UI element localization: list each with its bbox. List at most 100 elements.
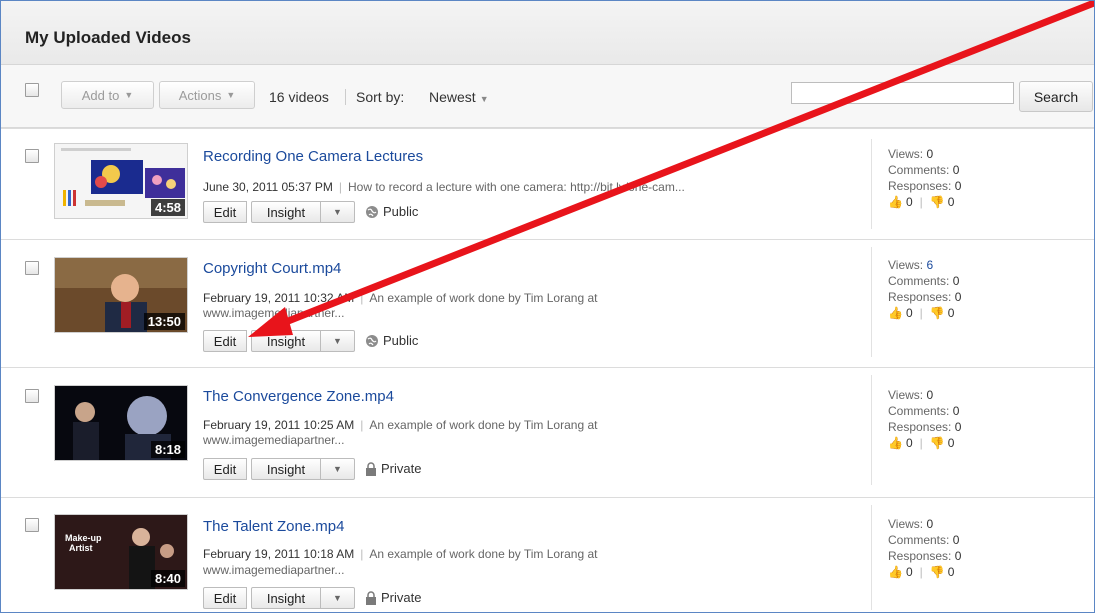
video-date: February 19, 2011 10:25 AM xyxy=(203,418,355,432)
search-button[interactable]: Search xyxy=(1019,81,1093,112)
sort-label: Sort by: xyxy=(356,89,405,105)
privacy-label: Public xyxy=(383,204,419,219)
views-label: Views: xyxy=(888,388,924,402)
chevron-down-icon: ▼ xyxy=(333,336,342,346)
stats-divider xyxy=(871,375,872,485)
comments-label: Comments: xyxy=(888,533,950,547)
chevron-down-icon: ▼ xyxy=(333,207,342,217)
privacy-label: Private xyxy=(381,461,422,476)
insight-button[interactable]: Insight xyxy=(251,201,321,223)
privacy-status: Private xyxy=(365,590,421,605)
video-date: February 19, 2011 10:18 AM xyxy=(203,547,355,561)
dislikes-count: 0 xyxy=(947,195,955,209)
rating-summary: 👍 0 | 👎 0 xyxy=(888,194,961,210)
select-all-checkbox[interactable] xyxy=(25,83,39,97)
stats-divider xyxy=(871,139,872,229)
toolbar-divider xyxy=(345,89,346,105)
edit-button[interactable]: Edit xyxy=(203,201,247,223)
more-actions-dropdown[interactable]: ▼ xyxy=(321,458,355,480)
views-label: Views: xyxy=(888,258,924,272)
views-count: 0 xyxy=(926,517,934,531)
video-thumbnail[interactable]: Make-up Artist 8:40 xyxy=(54,514,188,590)
page-title: My Uploaded Videos xyxy=(25,28,191,47)
privacy-status: Private xyxy=(365,461,421,476)
comments-count: 0 xyxy=(952,533,960,547)
views-label: Views: xyxy=(888,147,924,161)
video-title-link[interactable]: The Convergence Zone.mp4 xyxy=(203,388,394,405)
thumbs-down-icon: 👎 xyxy=(929,436,945,450)
comments-count: 0 xyxy=(952,274,960,288)
video-meta: February 19, 2011 10:18 AM | An example of… xyxy=(203,547,843,562)
likes-count: 0 xyxy=(905,306,913,320)
edit-button[interactable]: Edit xyxy=(203,587,247,609)
meta-divider: | xyxy=(360,547,364,561)
stats-divider xyxy=(871,505,872,610)
insight-button[interactable]: Insight xyxy=(251,458,321,480)
sort-value: Newest xyxy=(429,89,476,105)
panel-header: My Uploaded Videos xyxy=(1,1,1094,65)
likes-count: 0 xyxy=(905,436,913,450)
thumbs-down-icon: 👎 xyxy=(929,195,945,209)
rating-divider: | xyxy=(919,306,923,320)
video-checkbox[interactable] xyxy=(25,389,39,403)
video-date: February 19, 2011 10:32 AM xyxy=(203,291,355,305)
thumbs-up-icon: 👍 xyxy=(888,565,903,579)
comments-count: 0 xyxy=(952,163,960,177)
views-count: 0 xyxy=(926,147,934,161)
actions-button[interactable]: Actions ▼ xyxy=(159,81,255,109)
thumbs-down-icon: 👎 xyxy=(929,565,945,579)
row-divider xyxy=(1,239,1094,240)
chevron-down-icon: ▼ xyxy=(479,94,489,104)
meta-divider: | xyxy=(338,180,342,194)
comments-count: 0 xyxy=(952,404,960,418)
responses-count: 0 xyxy=(954,549,962,563)
rating-divider: | xyxy=(919,436,923,450)
dislikes-count: 0 xyxy=(947,306,955,320)
add-to-button[interactable]: Add to ▼ xyxy=(61,81,154,109)
dislikes-count: 0 xyxy=(947,565,955,579)
video-title-link[interactable]: Recording One Camera Lectures xyxy=(203,148,423,165)
video-meta: February 19, 2011 10:25 AM | An example of… xyxy=(203,418,843,433)
globe-icon xyxy=(366,205,378,218)
privacy-status: Public xyxy=(365,333,418,348)
more-actions-dropdown[interactable]: ▼ xyxy=(321,330,355,352)
edit-button[interactable]: Edit xyxy=(203,458,247,480)
video-checkbox[interactable] xyxy=(25,261,39,275)
comments-label: Comments: xyxy=(888,163,950,177)
privacy-label: Private xyxy=(381,590,422,605)
row-divider xyxy=(1,367,1094,368)
thumbs-down-icon: 👎 xyxy=(929,306,945,320)
video-duration: 8:18 xyxy=(150,441,185,458)
chevron-down-icon: ▼ xyxy=(124,90,134,100)
video-url: www.imagemediapartner... xyxy=(203,563,345,577)
video-title-link[interactable]: Copyright Court.mp4 xyxy=(203,260,341,277)
video-checkbox[interactable] xyxy=(25,149,39,163)
video-url: www.imagemediapartner... xyxy=(203,433,345,447)
responses-count: 0 xyxy=(954,290,962,304)
insight-button[interactable]: Insight xyxy=(251,330,321,352)
search-input[interactable] xyxy=(791,82,1014,104)
views-count[interactable]: 6 xyxy=(926,258,933,272)
edit-button[interactable]: Edit xyxy=(203,330,247,352)
video-checkbox[interactable] xyxy=(25,518,39,532)
privacy-label: Public xyxy=(383,333,419,348)
sort-dropdown[interactable]: Newest ▼ xyxy=(429,89,489,105)
insight-button[interactable]: Insight xyxy=(251,587,321,609)
video-stats: Views: 0 Comments: 0 Responses: 0 👍 0 | 👎 0 xyxy=(888,516,961,580)
responses-label: Responses: xyxy=(888,179,952,193)
more-actions-dropdown[interactable]: ▼ xyxy=(321,201,355,223)
video-title-link[interactable]: The Talent Zone.mp4 xyxy=(203,518,344,535)
dislikes-count: 0 xyxy=(947,436,955,450)
video-stats: Views: 0 Comments: 0 Responses: 0 👍 0 | 👎 0 xyxy=(888,387,961,451)
responses-label: Responses: xyxy=(888,290,952,304)
rating-divider: | xyxy=(919,195,923,209)
responses-count: 0 xyxy=(954,179,962,193)
video-thumbnail[interactable]: 4:58 xyxy=(54,143,188,219)
likes-count: 0 xyxy=(905,565,913,579)
video-description: An example of work done by Tim Lorang at xyxy=(369,418,598,432)
video-thumbnail[interactable]: 13:50 xyxy=(54,257,188,333)
more-actions-dropdown[interactable]: ▼ xyxy=(321,587,355,609)
video-thumbnail[interactable]: 8:18 xyxy=(54,385,188,461)
video-description: How to record a lecture with one camera:… xyxy=(348,180,685,194)
video-duration: 13:50 xyxy=(143,313,185,330)
